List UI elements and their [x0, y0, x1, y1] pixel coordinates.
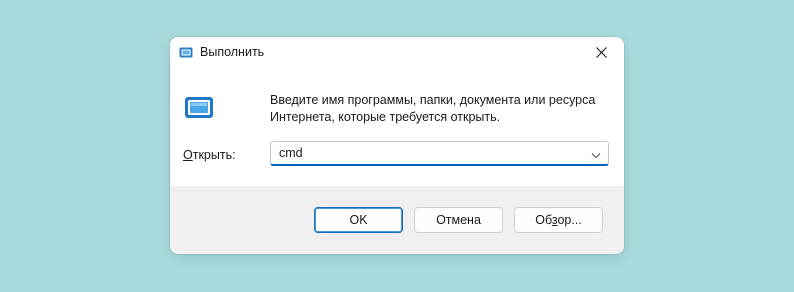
open-label-rest: ткрыть: — [192, 148, 236, 162]
open-input[interactable]: cmd — [279, 145, 303, 162]
close-icon — [595, 46, 607, 58]
ok-button[interactable]: OK — [314, 207, 403, 233]
cancel-button[interactable]: Отмена — [414, 207, 503, 233]
close-button[interactable] — [578, 37, 624, 67]
chevron-down-icon[interactable] — [590, 148, 602, 160]
open-label-accel: О — [183, 148, 193, 162]
browse-button[interactable]: Обзор... — [514, 207, 603, 233]
open-combobox[interactable]: cmd — [270, 141, 609, 166]
browse-label-post: ор... — [557, 213, 582, 227]
run-icon — [179, 45, 193, 58]
description-text: Введите имя программы, папки, документа … — [270, 93, 596, 124]
open-label: Открыть: — [183, 147, 236, 163]
button-bar: OK Отмена Обзор... — [170, 186, 624, 254]
window-title: Выполнить — [200, 45, 265, 59]
browse-label-pre: Об — [535, 213, 552, 227]
run-dialog: Выполнить Введите имя программы, папки, … — [170, 37, 624, 254]
run-program-icon — [184, 96, 214, 119]
title-bar[interactable]: Выполнить — [170, 37, 624, 67]
